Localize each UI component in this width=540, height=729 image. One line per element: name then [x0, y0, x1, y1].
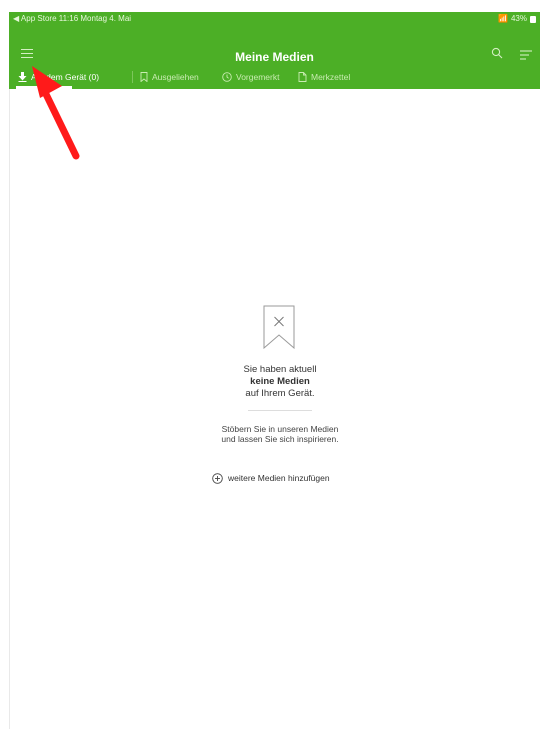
tab-notepad[interactable]: Merkzettel	[298, 68, 350, 86]
tab-label: Ausgeliehen	[152, 72, 199, 82]
tab-bar: Auf dem Gerät (0) Ausgeliehen Vorgemerkt…	[9, 68, 540, 89]
tab-label: Vorgemerkt	[236, 72, 280, 82]
add-circle-icon	[212, 472, 223, 484]
tab-label: Merkzettel	[311, 72, 351, 82]
status-right: 📶 43%	[498, 12, 536, 26]
note-icon	[298, 72, 307, 82]
add-media-label: weitere Medien hinzufügen	[228, 473, 330, 483]
add-media-link[interactable]: weitere Medien hinzufügen	[212, 471, 330, 485]
search-button[interactable]	[491, 46, 507, 62]
tab-reserved[interactable]: Vorgemerkt	[222, 68, 279, 86]
browse-hint-line2: und lassen Sie sich inspirieren.	[221, 434, 339, 444]
empty-state-divider	[248, 410, 312, 411]
bookmark-icon	[140, 72, 148, 82]
battery-icon	[530, 15, 536, 23]
content-left-border	[9, 89, 10, 729]
sort-button[interactable]	[519, 48, 533, 60]
search-icon	[491, 47, 503, 59]
empty-message-line3: auf Ihrem Gerät.	[245, 388, 315, 399]
status-left: ◀ App Store 11:16 Montag 4. Mai	[13, 14, 132, 23]
empty-bookmark-icon	[263, 305, 295, 349]
empty-message-line1: Sie haben aktuell	[243, 364, 317, 375]
wifi-icon: 📶	[498, 14, 508, 23]
red-arrow-icon	[32, 66, 80, 160]
app-header: ◀ App Store 11:16 Montag 4. Mai 📶 43% Me…	[9, 12, 540, 89]
empty-message-line2: keine Medien	[250, 376, 310, 387]
status-bar: ◀ App Store 11:16 Montag 4. Mai 📶 43%	[9, 12, 540, 26]
tab-divider	[132, 71, 133, 83]
tab-borrowed[interactable]: Ausgeliehen	[140, 68, 199, 86]
battery-percent: 43%	[510, 14, 527, 23]
page-title: Meine Medien	[235, 50, 314, 64]
sort-icon	[520, 50, 532, 60]
clock-icon	[222, 72, 232, 82]
